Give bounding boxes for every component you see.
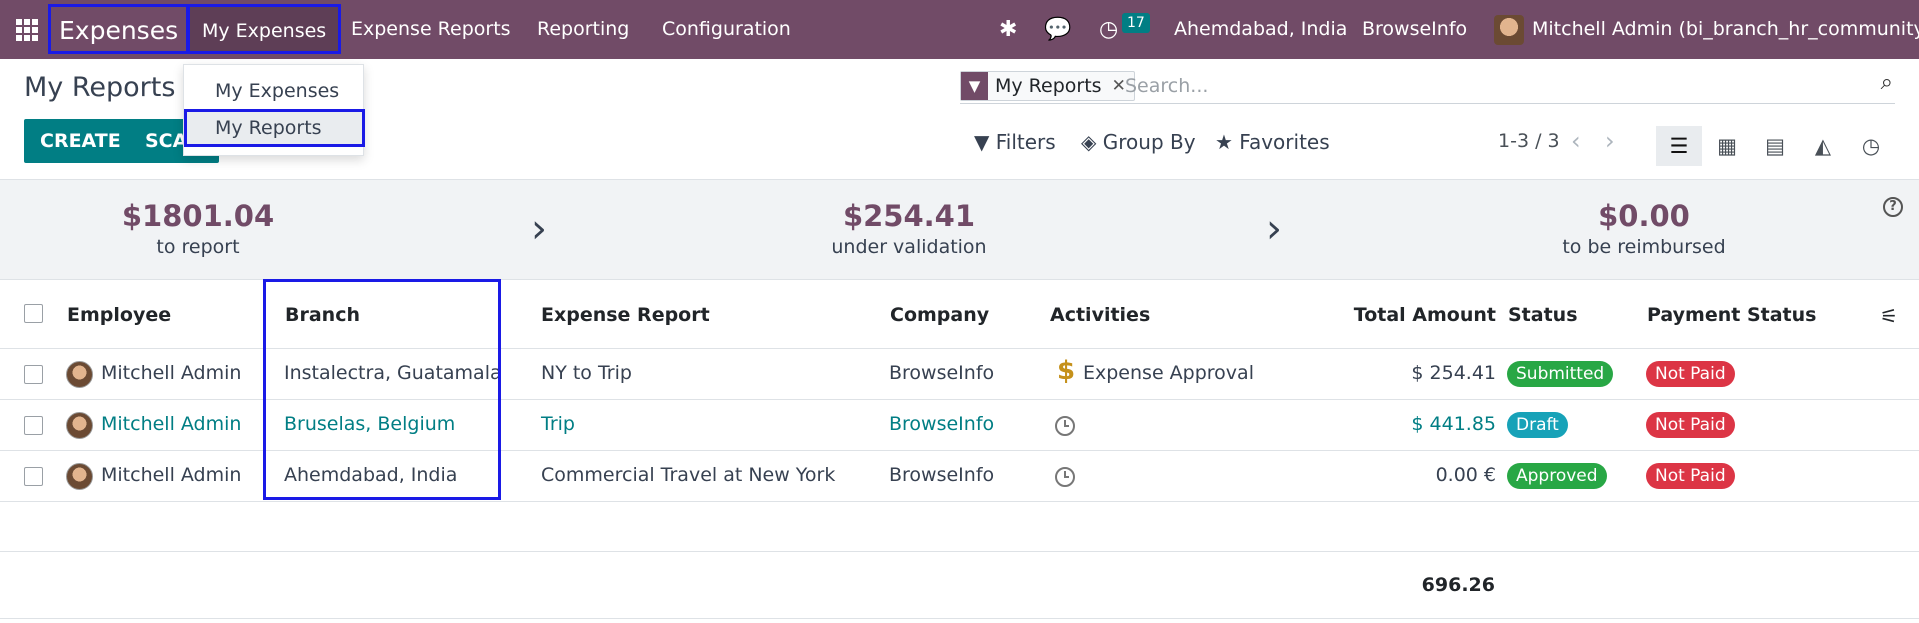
bug-icon[interactable]: ✱ [999,0,1017,59]
pager-prev-icon[interactable]: ‹ [1571,127,1581,155]
dropdown-item-my-reports[interactable]: My Reports [184,109,365,147]
col-total-amount[interactable]: Total Amount [1354,304,1496,326]
status-badge: Submitted [1507,361,1614,387]
col-expense-report[interactable]: Expense Report [541,304,710,326]
select-all-checkbox[interactable] [24,304,43,323]
pager-next-icon[interactable]: › [1605,127,1615,155]
pivot-view-icon[interactable]: ▤ [1752,126,1798,166]
col-company[interactable]: Company [890,304,989,326]
cell-company: BrowseInfo [889,464,995,486]
cell-company: BrowseInfo [889,413,995,435]
filters-label: Filters [995,130,1056,154]
to-report-amount[interactable]: $1801.04 [48,199,348,233]
search-input[interactable] [1125,71,1825,101]
group-by-label: Group By [1102,130,1196,154]
list-view-icon[interactable]: ☰ [1656,126,1702,166]
branch-switcher[interactable]: Ahemdabad, India [1174,0,1347,59]
my-expenses-dropdown: My Expenses My Reports [183,64,365,156]
cell-total-amount: 0.00 € [1435,464,1496,486]
col-payment-status[interactable]: Payment Status [1647,304,1816,326]
table-footer: 696.26 [0,551,1919,619]
dollar-icon[interactable]: $ [1057,356,1075,386]
col-employee[interactable]: Employee [67,304,171,326]
status-badge: Draft [1507,412,1568,438]
row-checkbox[interactable] [24,416,43,435]
user-menu[interactable]: Mitchell Admin (bi_branch_hr_community) [1532,0,1919,59]
activity-clock-icon[interactable] [1055,467,1075,487]
filters-button[interactable]: ▼ Filters [974,130,1056,154]
cell-expense-report: Commercial Travel at New York [541,464,836,486]
to-be-reimbursed-amount[interactable]: $0.00 [1494,199,1794,233]
employee-avatar [66,361,93,388]
facet-label: My Reports [995,75,1102,97]
favorites-button[interactable]: ★ Favorites [1215,130,1330,154]
company-switcher[interactable]: BrowseInfo [1362,0,1467,59]
row-checkbox[interactable] [24,467,43,486]
summary-band: $1801.04 to report › $254.41 under valid… [0,179,1919,280]
menu-configuration[interactable]: Configuration [662,0,791,59]
employee-avatar [66,412,93,439]
payment-status-badge: Not Paid [1646,361,1735,387]
cell-employee: Mitchell Admin [101,362,242,384]
layers-icon: ◈ [1081,130,1097,154]
cell-activity[interactable]: Expense Approval [1083,362,1254,384]
payment-status-badge: Not Paid [1646,412,1735,438]
grand-total: 696.26 [1421,574,1495,596]
activity-clock-icon[interactable] [1055,416,1075,436]
search-bar: ▼ My Reports ✕ ⌕ [960,68,1895,104]
facet-remove-icon[interactable]: ✕ [1112,72,1126,100]
favorites-label: Favorites [1239,130,1330,154]
filter-icon: ▼ [961,72,988,100]
cell-expense-report: Trip [541,413,575,435]
search-facet: ▼ My Reports ✕ [960,71,1135,101]
activity-view-icon[interactable]: ◷ [1848,126,1894,166]
kanban-view-icon[interactable]: ▦ [1704,126,1750,166]
chevron-right-icon: › [531,206,547,252]
graph-view-icon[interactable]: ◭ [1800,126,1846,166]
optional-columns-icon[interactable]: ⚟ [1880,304,1898,328]
chat-icon[interactable]: 💬 [1044,0,1071,59]
top-navbar: Expenses My Expenses Expense Reports Rep… [0,0,1919,59]
cell-employee: Mitchell Admin [101,413,242,435]
under-validation-label: under validation [831,236,987,258]
branch-column-highlight [263,279,501,500]
star-icon: ★ [1215,130,1233,154]
to-report-label: to report [156,236,240,258]
app-grid-icon[interactable] [16,19,38,41]
group-by-button[interactable]: ◈ Group By [1081,130,1196,154]
dropdown-item-my-expenses[interactable]: My Expenses [184,72,365,110]
app-name[interactable]: Expenses [48,4,190,54]
chevron-right-icon: › [1266,206,1282,252]
user-avatar[interactable] [1494,15,1524,45]
menu-expense-reports[interactable]: Expense Reports [351,0,511,59]
filter-icon: ▼ [974,130,990,154]
to-be-reimbursed-label: to be reimbursed [1562,236,1726,258]
cell-employee: Mitchell Admin [101,464,242,486]
status-badge: Approved [1507,463,1607,489]
row-checkbox[interactable] [24,365,43,384]
activity-clock-icon[interactable]: ◷ [1099,0,1118,59]
cell-expense-report: NY to Trip [541,362,632,384]
col-status[interactable]: Status [1508,304,1578,326]
employee-avatar [66,463,93,490]
create-button[interactable]: CREATE [24,119,137,163]
help-icon[interactable]: ? [1883,197,1903,217]
pager-value[interactable]: 1-3 / 3 [1498,130,1560,152]
cell-total-amount: $ 254.41 [1411,362,1496,384]
activity-count-badge: 17 [1122,13,1150,33]
menu-my-expenses[interactable]: My Expenses [187,4,342,54]
payment-status-badge: Not Paid [1646,463,1735,489]
page-title: My Reports [24,72,176,103]
cell-company: BrowseInfo [889,362,995,384]
under-validation-amount[interactable]: $254.41 [759,199,1059,233]
col-activities[interactable]: Activities [1050,304,1150,326]
cell-total-amount: $ 441.85 [1411,413,1496,435]
menu-reporting[interactable]: Reporting [537,0,629,59]
search-icon[interactable]: ⌕ [1881,70,1893,95]
